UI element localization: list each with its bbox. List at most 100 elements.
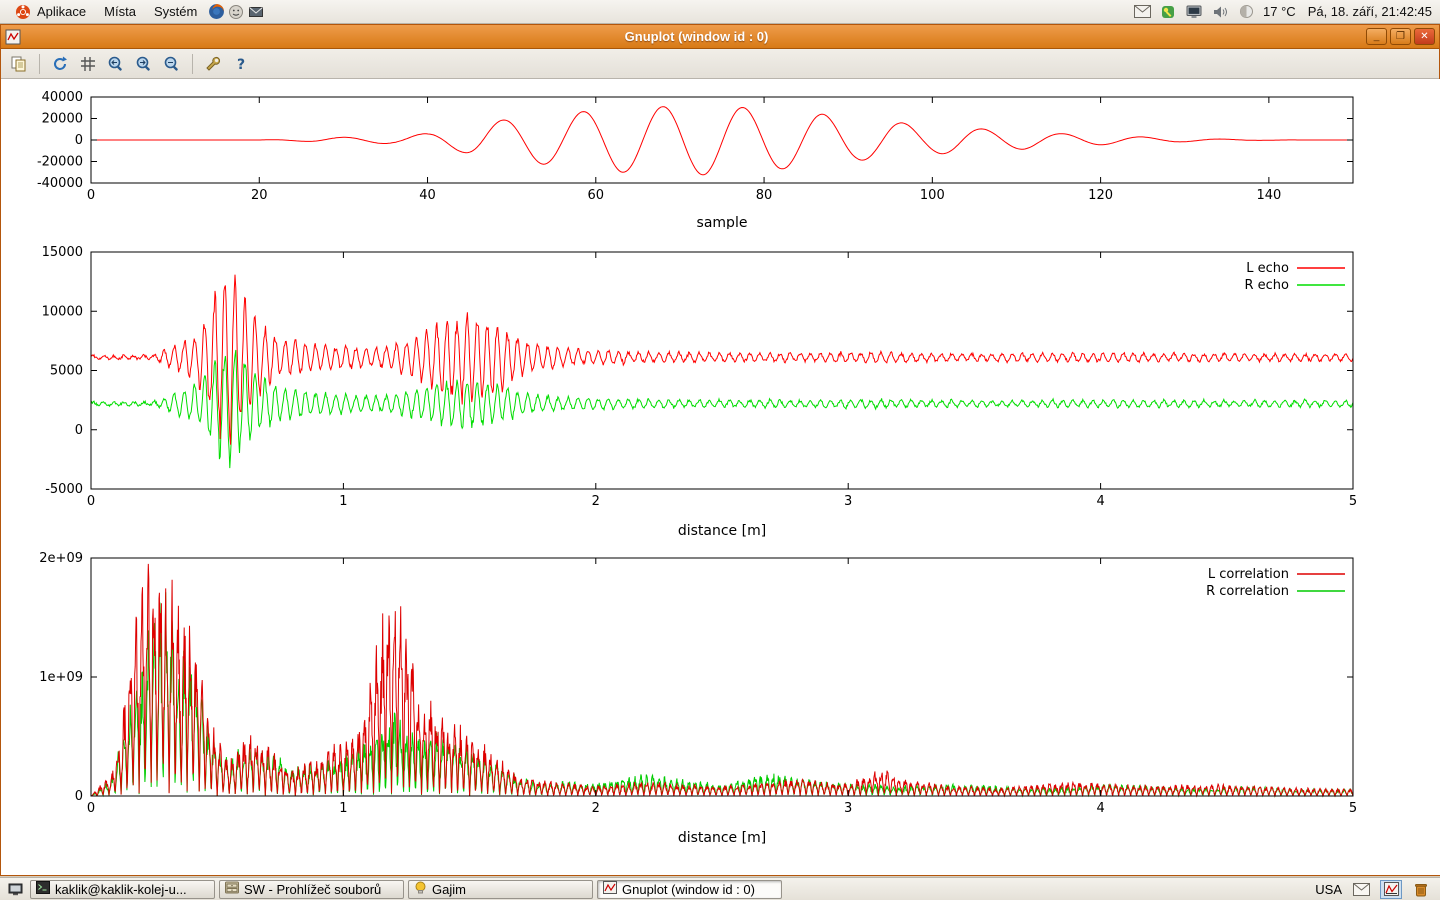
mail-launcher-icon[interactable] [247,3,265,21]
zoom-reset-icon[interactable] [160,52,184,76]
gnuplot-window-icon [5,29,21,45]
copy-icon[interactable] [7,52,31,76]
svg-text:40: 40 [419,188,436,203]
mail-tray-icon[interactable] [1350,880,1372,899]
places-menu-label: Místa [104,4,136,19]
applications-menu-label: Aplikace [37,4,86,19]
ubuntu-logo-icon [14,3,32,21]
gnuplot-window: Gnuplot (window id : 0) _ ❐ ✕ [0,24,1440,876]
maximize-button[interactable]: ❐ [1390,28,1411,45]
firefox-icon[interactable] [207,3,225,21]
taskbar: kaklik@kaklik-kolej-u... SW - Prohlížeč … [0,877,1440,900]
svg-text:?: ? [237,57,245,73]
svg-text:5: 5 [1349,801,1357,816]
svg-text:L correlation: L correlation [1208,567,1289,582]
trash-icon[interactable] [1410,880,1432,899]
gnuplot-icon [603,881,617,897]
grid-icon[interactable] [76,52,100,76]
svg-text:5000: 5000 [50,364,83,379]
svg-text:4: 4 [1096,494,1104,509]
svg-text:-40000: -40000 [37,176,83,191]
window-title: Gnuplot (window id : 0) [27,29,1366,44]
svg-text:distance [m]: distance [m] [678,523,766,539]
svg-text:0: 0 [75,789,83,804]
file-manager-icon [225,881,239,897]
taskbar-item-gnuplot[interactable]: Gnuplot (window id : 0) [597,880,782,899]
svg-text:-20000: -20000 [37,155,83,170]
desktop: Aplikace Místa Systém [0,0,1440,900]
toolbar-separator [192,54,193,74]
taskbar-item-label: Gajim [432,882,466,897]
close-button[interactable]: ✕ [1414,28,1435,45]
svg-text:10000: 10000 [42,304,83,319]
terminal-icon [36,881,50,897]
svg-text:-5000: -5000 [45,482,83,497]
svg-text:R correlation: R correlation [1206,584,1289,599]
svg-text:0: 0 [75,133,83,148]
minimize-button[interactable]: _ [1366,28,1387,45]
svg-text:140: 140 [1256,188,1281,203]
svg-text:0: 0 [87,801,95,816]
svg-text:80: 80 [756,188,773,203]
gajim-icon [414,881,427,897]
sample-waveform-chart[interactable]: 0 20 40 60 80 100 120 140 -40000 -20000 0 20000 4000… [1,79,1440,229]
svg-text:15000: 15000 [42,245,83,260]
svg-text:2e+09: 2e+09 [39,551,83,566]
volume-icon[interactable] [1211,3,1229,21]
svg-text:1: 1 [339,801,347,816]
svg-text:3: 3 [844,801,852,816]
svg-text:2: 2 [592,494,600,509]
svg-text:20: 20 [251,188,268,203]
taskbar-item-label: kaklik@kaklik-kolej-u... [55,882,187,897]
clock[interactable]: Pá, 18. září, 21:42:45 [1304,4,1432,19]
weather-icon[interactable] [1237,3,1255,21]
keyboard-layout-indicator[interactable]: USA [1315,882,1342,897]
svg-text:1e+09: 1e+09 [39,670,83,685]
taskbar-item-terminal[interactable]: kaklik@kaklik-kolej-u... [30,880,215,899]
system-menu-label: Systém [154,4,197,19]
svg-text:120: 120 [1088,188,1113,203]
svg-text:R echo: R echo [1244,278,1289,293]
places-menu[interactable]: Místa [96,2,144,21]
svg-text:4: 4 [1096,801,1104,816]
titlebar[interactable]: Gnuplot (window id : 0) _ ❐ ✕ [1,25,1439,49]
face-icon[interactable] [227,3,245,21]
applications-menu[interactable]: Aplikace [6,1,94,23]
svg-text:distance [m]: distance [m] [678,830,766,846]
correlation-chart[interactable]: 0 1 2 3 4 5 0 1e+09 2e+09 distance [m] L correlati… [1,539,1440,849]
svg-text:L echo: L echo [1246,261,1289,276]
svg-text:100: 100 [920,188,945,203]
temperature-label[interactable]: 17 °C [1263,4,1296,19]
svg-text:sample: sample [697,215,748,229]
svg-text:3: 3 [844,494,852,509]
svg-text:2: 2 [592,801,600,816]
echo-chart[interactable]: 0 1 2 3 4 5 -5000 0 5000 10000 15000 distance [m] L … [1,229,1440,539]
taskbar-item-label: Gnuplot (window id : 0) [622,882,755,897]
svg-text:60: 60 [588,188,605,203]
zoom-previous-icon[interactable] [104,52,128,76]
replot-icon[interactable] [48,52,72,76]
svg-text:1: 1 [339,494,347,509]
display-icon[interactable] [1185,3,1203,21]
zoom-next-icon[interactable] [132,52,156,76]
network-icon[interactable] [1159,3,1177,21]
svg-text:20000: 20000 [42,112,83,127]
system-menu[interactable]: Systém [146,2,205,21]
settings-icon[interactable] [201,52,225,76]
mail-notification-icon[interactable] [1133,3,1151,21]
help-icon[interactable]: ? [229,52,253,76]
svg-text:0: 0 [75,423,83,438]
svg-text:0: 0 [87,188,95,203]
taskbar-item-file-manager[interactable]: SW - Prohlížeč souborů [219,880,404,899]
gnome-top-panel: Aplikace Místa Systém [0,0,1440,24]
gnuplot-tray-icon[interactable] [1380,880,1402,899]
plot-area: 020406080100120140-40000-200000200004000… [1,79,1440,875]
svg-text:0: 0 [87,494,95,509]
show-desktop-icon[interactable] [4,880,26,899]
taskbar-item-gajim[interactable]: Gajim [408,880,593,899]
taskbar-item-label: SW - Prohlížeč souborů [244,882,381,897]
svg-text:5: 5 [1349,494,1357,509]
svg-text:40000: 40000 [42,90,83,105]
toolbar: ? [1,49,1439,79]
toolbar-separator [39,54,40,74]
